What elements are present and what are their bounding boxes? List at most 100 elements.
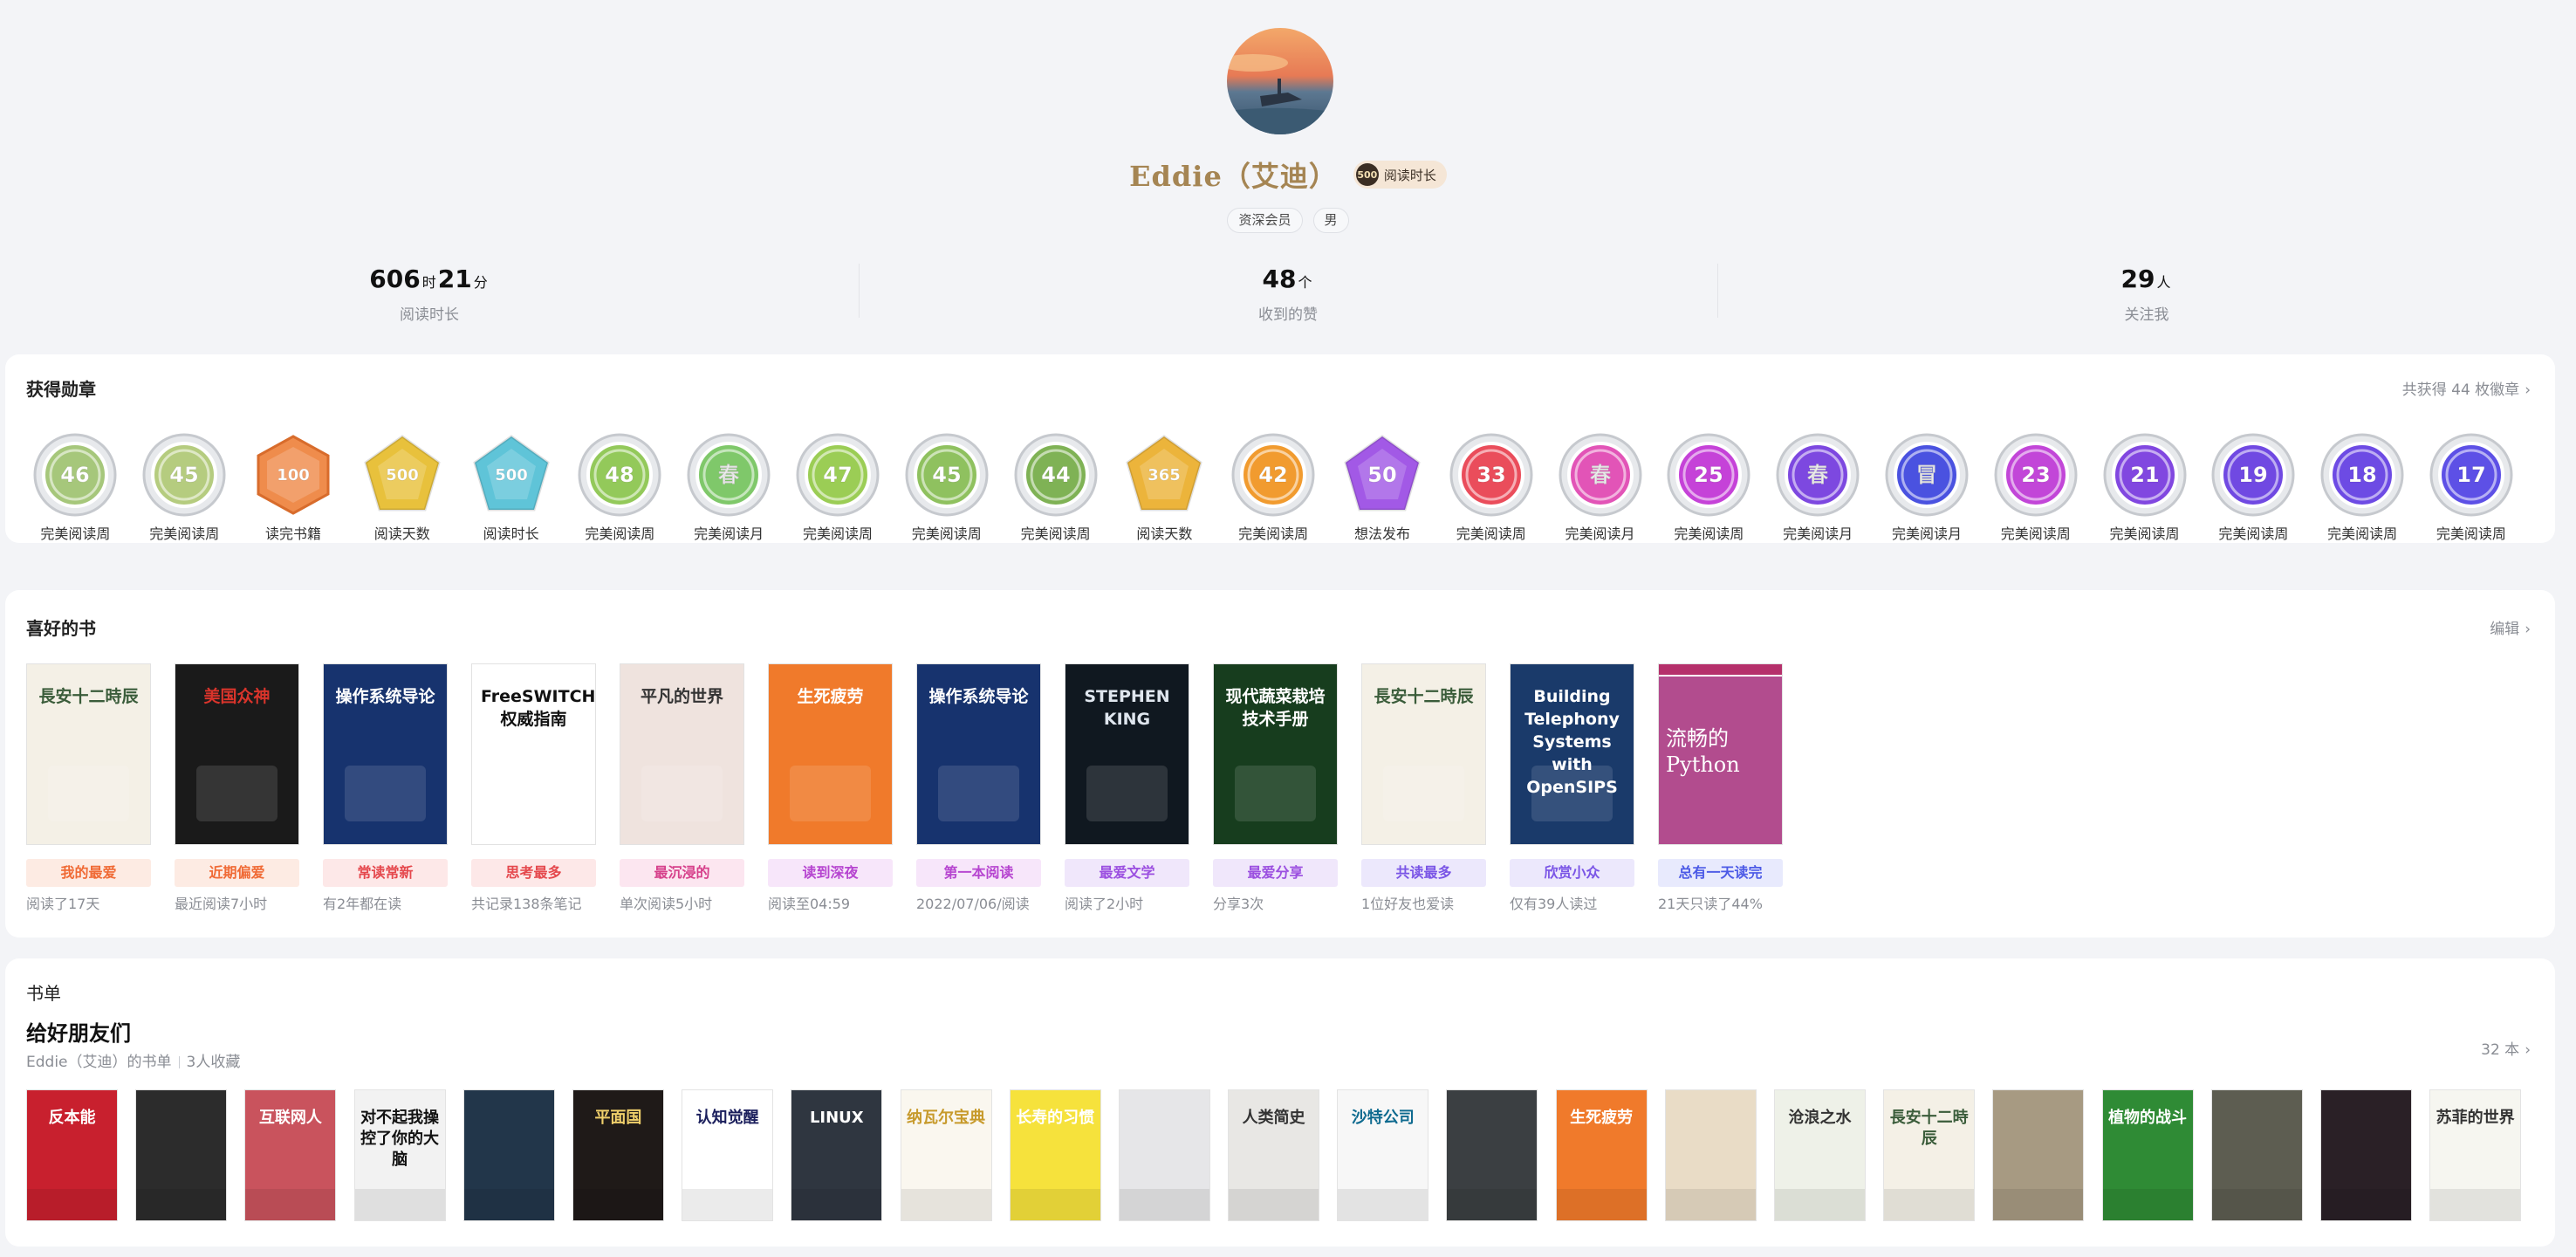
medal-item[interactable]: 21 完美阅读周 [2090,431,2199,543]
booklist-cover[interactable]: 反本能 [26,1089,118,1221]
booklist-cover[interactable]: 沙特公司 [1337,1089,1429,1221]
medal-item[interactable]: 42 完美阅读周 [1219,431,1328,543]
booklist-cover[interactable]: 長安十二時辰 [1883,1089,1976,1221]
book-cover[interactable]: 流畅的Python [1658,663,1783,845]
medal-icon: 47 [794,431,881,519]
medal-item[interactable]: 44 完美阅读周 [1001,431,1110,543]
medal-item[interactable]: 冒 完美阅读月 [1873,431,1982,543]
medal-label: 完美阅读月 [694,525,764,542]
medal-number: 47 [823,463,852,487]
medal-item[interactable]: 25 完美阅读周 [1655,431,1764,543]
book-note: 分享3次 [1213,896,1264,912]
booklist-cover[interactable] [2210,1089,2303,1221]
medal-label: 完美阅读周 [2436,525,2506,542]
favorite-book[interactable]: 操作系统导论 常读常新 有2年都在读 [323,663,448,913]
stat-reading-time[interactable]: 606 时21 分 阅读时长 [0,262,859,324]
favorite-book[interactable]: 長安十二時辰 我的最爱 阅读了17天 [26,663,151,913]
book-cover[interactable]: 现代蔬菜栽培技术手册 [1213,663,1338,845]
booklist-cover[interactable] [1446,1089,1538,1221]
medal-item[interactable]: 33 完美阅读周 [1436,431,1545,543]
book-cover[interactable]: 長安十二時辰 [1361,663,1486,845]
medal-number: 42 [1258,463,1287,487]
book-note: 共记录138条笔记 [471,896,582,912]
book-note: 1位好友也爱读 [1361,896,1455,912]
stat-hours: 606 [369,264,421,293]
booklist-count-link[interactable]: 32 本 › [2481,1037,2531,1059]
favorite-book[interactable]: 操作系统导论 第一本阅读 2022/07/06/阅读 [916,663,1041,913]
booklist-cover[interactable]: 互联网人 [244,1089,337,1221]
booklist-cover[interactable]: 沧浪之水 [1774,1089,1866,1221]
favorite-book[interactable]: FreeSWITCH权威指南 思考最多 共记录138条笔记 [471,663,596,913]
medal-item[interactable]: 365 阅读天数 [1110,431,1219,543]
medal-number: 19 [2239,463,2268,487]
favorite-book[interactable]: 生死疲劳 读到深夜 阅读至04:59 [768,663,893,913]
booklist-cover[interactable] [462,1089,555,1221]
stat-likes-value: 48 [1262,264,1297,293]
medal-item[interactable]: 100 读完书籍 [239,431,348,543]
book-cover[interactable]: FreeSWITCH权威指南 [471,663,596,845]
favorite-book[interactable]: 長安十二時辰 共读最多 1位好友也爱读 [1361,663,1486,913]
reading-time-badge[interactable]: 500 阅读时长 [1353,161,1447,189]
medals-count-link[interactable]: 共获得 44 枚徽章 › [2402,377,2531,399]
booklist-cover[interactable]: 人类简史 [1228,1089,1320,1221]
booklist-name[interactable]: 给好朋友们 [26,1016,131,1047]
favorite-book[interactable]: 流畅的Python 总有一天读完 21天只读了44% [1658,663,1783,913]
book-cover[interactable]: 美国众神 [175,663,299,845]
booklist-cover[interactable]: 平面国 [572,1089,664,1221]
book-cover[interactable]: 生死疲劳 [768,663,893,845]
medal-number: 45 [932,463,961,487]
booklist-cover[interactable] [1118,1089,1210,1221]
medal-item[interactable]: 500 阅读天数 [347,431,456,543]
medal-item[interactable]: 春 完美阅读月 [675,431,784,543]
edit-link[interactable]: 编辑 › [2490,616,2531,638]
medal-item[interactable]: 500 阅读时长 [456,431,565,543]
favorite-book[interactable]: 平凡的世界 最沉浸的 单次阅读5小时 [620,663,744,913]
booklist-cover[interactable]: LINUX [791,1089,883,1221]
medal-item[interactable]: 48 完美阅读周 [565,431,675,543]
medal-item[interactable]: 50 想法发布 [1328,431,1437,543]
booklist-cover[interactable]: 植物的战斗 [2101,1089,2194,1221]
book-tag: 总有一天读完 [1658,859,1783,887]
booklist-cover[interactable]: 纳瓦尔宝典 [900,1089,992,1221]
favorite-book[interactable]: Building Telephony Systems with OpenSIPS… [1510,663,1634,913]
badge-medal-icon: 500 [1355,163,1379,186]
booklist-cover[interactable]: 生死疲劳 [1555,1089,1648,1221]
medal-item[interactable]: 23 完美阅读周 [1981,431,2090,543]
favorite-book[interactable]: 美国众神 近期偏爱 最近阅读7小时 [175,663,299,913]
book-cover[interactable]: 操作系统导论 [323,663,448,845]
medal-number: 17 [2456,463,2485,487]
stat-likes[interactable]: 48 个 收到的赞 [859,262,1717,324]
medal-icon: 19 [2209,431,2297,519]
booklist-cover[interactable]: 认知觉醒 [682,1089,774,1221]
medal-item[interactable]: 46 完美阅读周 [21,431,130,543]
medal-item[interactable]: 45 完美阅读周 [892,431,1001,543]
medal-item[interactable]: 45 完美阅读周 [130,431,239,543]
medal-item[interactable]: 春 完美阅读月 [1545,431,1655,543]
favorite-book[interactable]: STEPHEN KING 最爱文学 阅读了2小时 [1065,663,1189,913]
book-cover[interactable]: STEPHEN KING [1065,663,1189,845]
booklist-cover[interactable] [1992,1089,2085,1221]
medal-item[interactable]: 18 完美阅读周 [2308,431,2417,543]
avatar[interactable] [1227,28,1333,134]
book-cover[interactable]: 操作系统导论 [916,663,1041,845]
book-cover-title: 長安十二時辰 [1374,687,1474,706]
medal-item[interactable]: 春 完美阅读月 [1764,431,1873,543]
stat-followers[interactable]: 29 人 关注我 [1717,262,2576,324]
booklist-cover[interactable]: 对不起我操控了你的大脑 [353,1089,446,1221]
booklist-cover[interactable] [135,1089,228,1221]
book-cover[interactable]: 長安十二時辰 [26,663,151,845]
book-cover[interactable]: 平凡的世界 [620,663,744,845]
booklist-cover-title: 纳瓦尔宝典 [907,1109,985,1127]
booklist-cover[interactable]: 长寿的习惯 [1009,1089,1101,1221]
medal-item[interactable]: 17 完美阅读周 [2417,431,2526,543]
medal-item[interactable]: 19 完美阅读周 [2199,431,2308,543]
favorite-book[interactable]: 现代蔬菜栽培技术手册 最爱分享 分享3次 [1213,663,1338,913]
book-cover-title: 操作系统导论 [928,687,1029,706]
booklist-cover[interactable]: 苏菲的世界 [2429,1089,2522,1221]
medal-item[interactable]: 47 完美阅读周 [784,431,893,543]
booklist-cover[interactable] [1664,1089,1757,1221]
book-tag: 最爱分享 [1213,859,1338,887]
book-cover[interactable]: Building Telephony Systems with OpenSIPS [1510,663,1634,845]
book-cover-title: 操作系统导论 [335,687,435,706]
booklist-cover[interactable] [2319,1089,2412,1221]
